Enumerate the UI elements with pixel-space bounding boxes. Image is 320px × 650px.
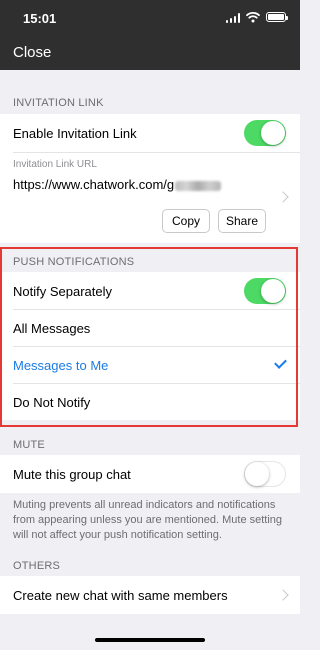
chevron-right-icon	[277, 589, 289, 601]
close-button[interactable]: Close	[13, 44, 51, 61]
create-chat-label: Create new chat with same members	[13, 588, 228, 603]
highlight-box	[0, 247, 298, 427]
mute-description: Muting prevents all unread indicators an…	[13, 499, 283, 541]
divider	[13, 152, 300, 153]
others-group: Create new chat with same members	[0, 576, 300, 614]
copy-button[interactable]: Copy	[162, 209, 210, 233]
home-indicator	[95, 638, 205, 642]
mute-group: Mute this group chat	[0, 455, 300, 493]
share-button[interactable]: Share	[218, 209, 266, 233]
invitation-url-caption: Invitation Link URL	[13, 159, 97, 170]
section-header-invitation: INVITATION LINK	[13, 97, 104, 109]
invitation-url-text: https://www.chatwork.com/g	[13, 177, 175, 192]
enable-invitation-label: Enable Invitation Link	[13, 126, 137, 141]
battery-icon	[266, 12, 288, 22]
section-header-mute: MUTE	[13, 439, 45, 451]
wifi-icon	[246, 12, 260, 23]
chevron-right-icon[interactable]	[277, 191, 289, 203]
section-header-others: OTHERS	[13, 560, 61, 572]
invitation-url[interactable]: https://www.chatwork.com/g	[13, 177, 222, 192]
status-time: 15:01	[23, 11, 57, 26]
redacted-url-part	[175, 180, 222, 191]
top-bar: 15:01 Close	[0, 0, 300, 70]
status-icons	[216, 11, 288, 25]
enable-invitation-toggle[interactable]	[244, 120, 286, 146]
invitation-group: Enable Invitation Link Invitation Link U…	[0, 114, 300, 243]
mute-label: Mute this group chat	[13, 467, 131, 482]
mute-toggle[interactable]	[244, 461, 286, 487]
signal-icon	[226, 13, 240, 23]
enable-invitation-row: Enable Invitation Link	[0, 114, 300, 152]
create-chat-row[interactable]: Create new chat with same members	[0, 576, 300, 614]
